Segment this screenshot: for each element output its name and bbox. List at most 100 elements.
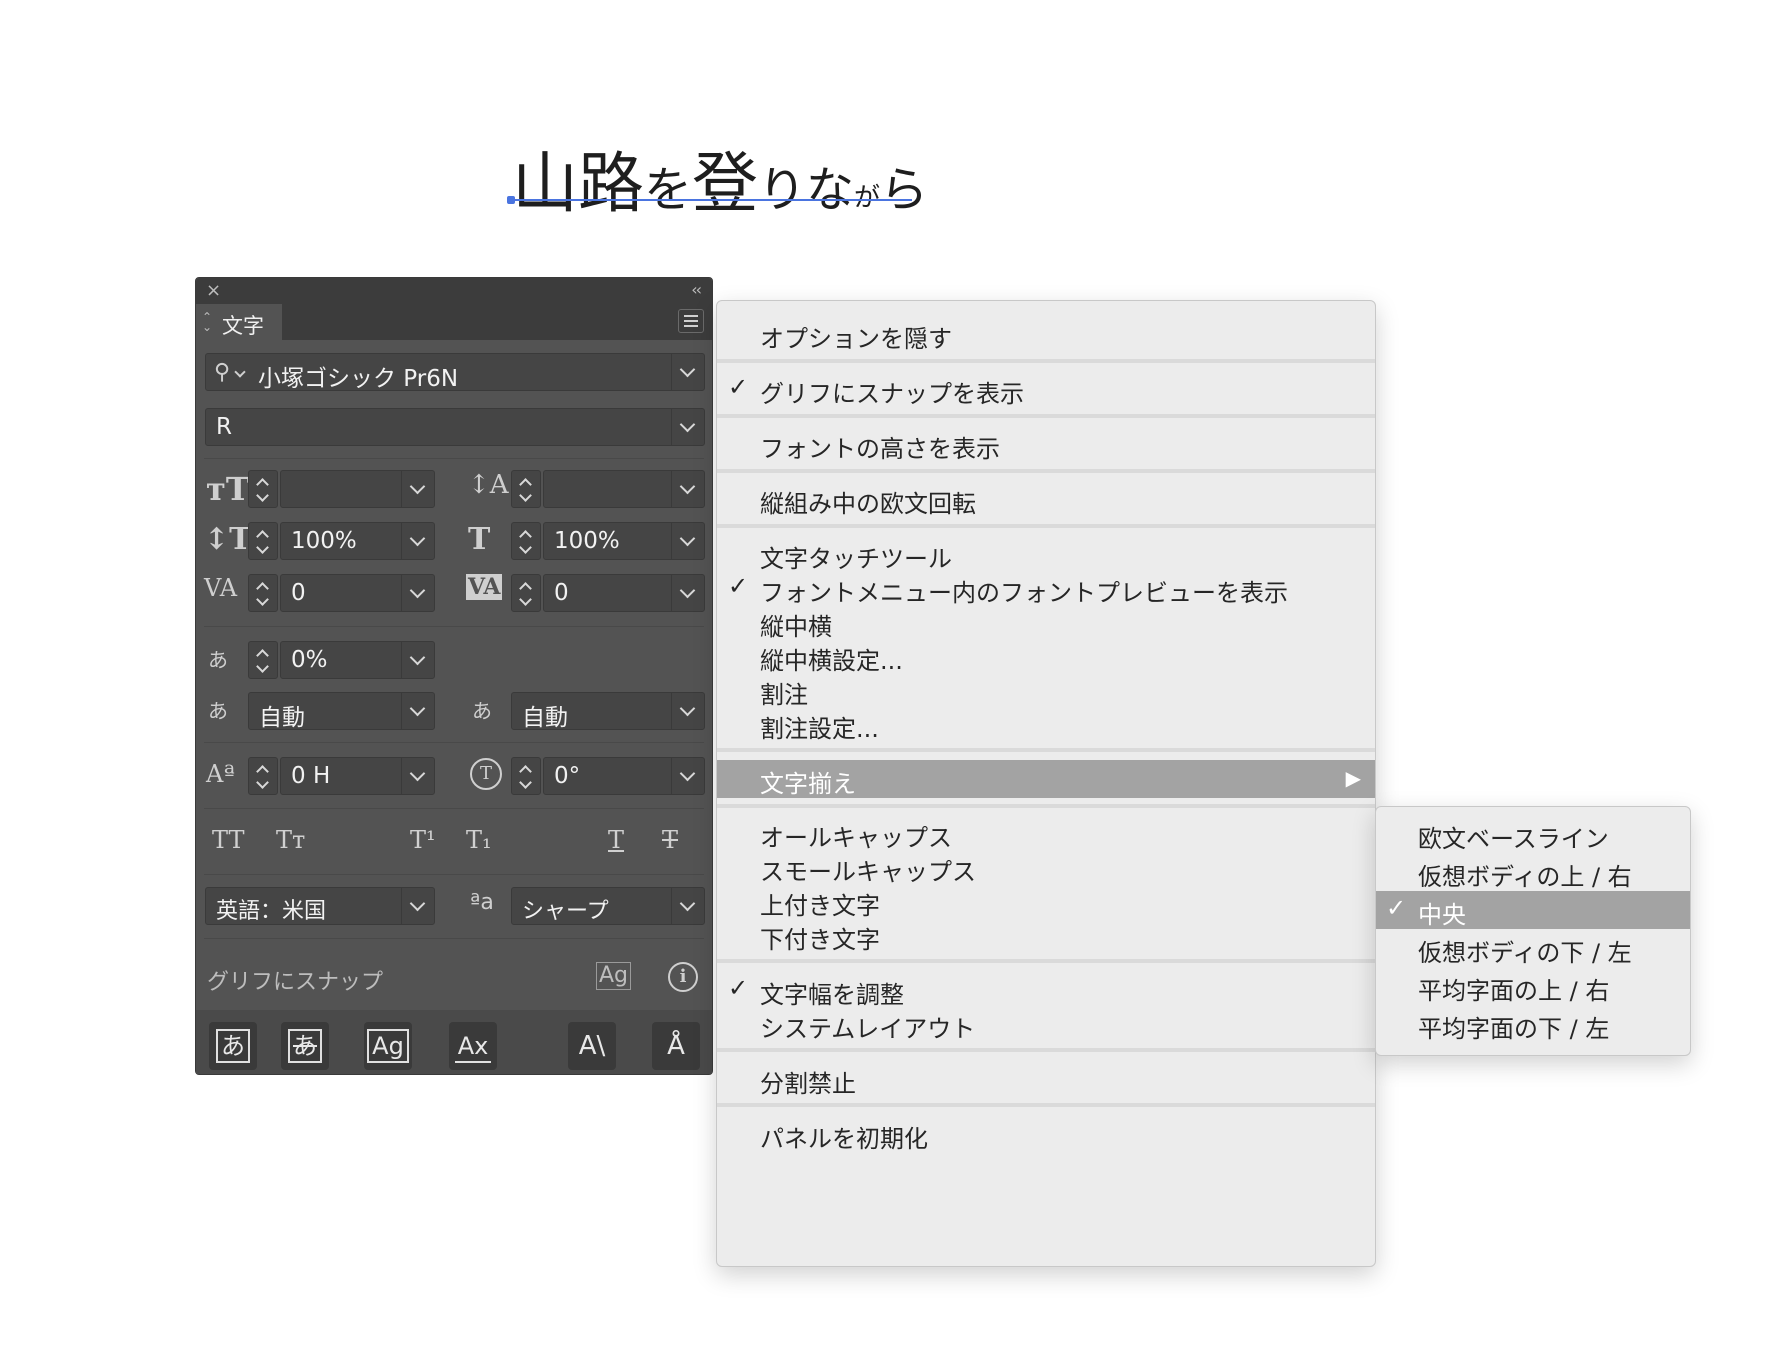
- snap-proximity-button[interactable]: Å: [652, 1022, 700, 1070]
- menu-item-show-snap-to-glyph[interactable]: ✓ グリフにスナップを表示: [717, 370, 1375, 408]
- tsume-dropdown[interactable]: [401, 642, 434, 678]
- aki-before-dropdown[interactable]: [401, 693, 434, 729]
- tracking-stepper[interactable]: [511, 574, 541, 612]
- sample-char: が: [854, 183, 881, 213]
- menu-item-character-alignment[interactable]: 文字揃え ▶: [717, 760, 1375, 798]
- subscript-icon[interactable]: T₁: [466, 826, 492, 854]
- sample-text[interactable]: 山路を登りながら: [512, 130, 928, 222]
- sample-char: を: [644, 162, 693, 218]
- chevron-down-icon: [234, 366, 246, 378]
- aki-after-select[interactable]: 自動: [511, 692, 705, 731]
- font-size-dropdown[interactable]: [401, 471, 434, 507]
- snap-glyph-bounds-button[interactable]: A\: [568, 1022, 616, 1070]
- kerning-stepper[interactable]: [248, 574, 278, 612]
- menu-item-label: 文字揃え: [760, 770, 856, 798]
- aki-before-select[interactable]: 自動: [248, 692, 435, 731]
- rotation-stepper[interactable]: [511, 757, 541, 795]
- snap-baseline-button[interactable]: Ag: [364, 1022, 412, 1070]
- menu-item-all-caps[interactable]: オールキャップス: [717, 814, 1375, 852]
- menu-item-system-layout[interactable]: システムレイアウト: [717, 1005, 1375, 1043]
- rotation-field[interactable]: 0°: [543, 757, 705, 795]
- vertical-scale-stepper[interactable]: [248, 522, 278, 560]
- menu-item-touch-type-tool[interactable]: 文字タッチツール: [717, 535, 1375, 573]
- kerning-dropdown[interactable]: [401, 575, 434, 611]
- tsume-stepper[interactable]: [248, 641, 278, 679]
- baseline-shift-dropdown[interactable]: [401, 758, 434, 794]
- menu-item-no-break[interactable]: 分割禁止: [717, 1060, 1375, 1098]
- tracking-field[interactable]: 0: [543, 574, 705, 612]
- kerning-value: 0: [291, 580, 306, 606]
- snap-glyph-icon[interactable]: Ag: [596, 962, 632, 990]
- menu-item-warichu[interactable]: 割注: [717, 671, 1375, 709]
- antialias-dropdown[interactable]: [671, 888, 704, 924]
- check-icon: ✓: [728, 974, 749, 1002]
- tab-character[interactable]: ⌃ ⌄ 文字: [196, 304, 282, 340]
- menu-item-roman-rotation[interactable]: 縦組み中の欧文回転: [717, 480, 1375, 518]
- sample-char: な: [806, 162, 855, 218]
- horizontal-scale-dropdown[interactable]: [671, 523, 704, 559]
- character-panel: × ‹‹ ⌃ ⌄ 文字 ⚲ 小塚ゴシック Pr6N R тT ↕A ↕T 100…: [195, 277, 713, 1075]
- rotation-dropdown[interactable]: [671, 758, 704, 794]
- snap-x-height-button[interactable]: Ax: [449, 1022, 497, 1070]
- baseline-shift-stepper[interactable]: [248, 757, 278, 795]
- font-style-select[interactable]: R: [205, 408, 705, 446]
- panel-menu-icon[interactable]: [678, 309, 704, 333]
- close-icon[interactable]: ×: [206, 280, 221, 301]
- tsume-field[interactable]: 0%: [280, 641, 435, 679]
- menu-item-tate-chu-yoko-settings[interactable]: 縦中横設定...: [717, 637, 1375, 675]
- strikethrough-icon[interactable]: T: [662, 826, 678, 854]
- menu-item-show-font-height[interactable]: フォントの高さを表示: [717, 425, 1375, 463]
- menu-item-font-preview[interactable]: ✓ フォントメニュー内のフォントプレビューを表示: [717, 569, 1375, 607]
- submenu-item-em-box-top-right[interactable]: 仮想ボディの上 / 右: [1376, 853, 1690, 891]
- horizontal-scale-field[interactable]: 100%: [543, 522, 705, 560]
- superscript-icon[interactable]: T¹: [410, 826, 436, 854]
- tracking-dropdown[interactable]: [671, 575, 704, 611]
- menu-item-superscript[interactable]: 上付き文字: [717, 882, 1375, 920]
- snap-icf-box-button[interactable]: あ: [281, 1022, 329, 1070]
- collapse-icon[interactable]: ‹‹: [691, 280, 702, 299]
- language-select[interactable]: 英語：米国: [205, 887, 435, 925]
- all-caps-icon[interactable]: TT: [212, 826, 244, 854]
- leading-dropdown[interactable]: [671, 471, 704, 507]
- text-cursor-handle[interactable]: [507, 196, 515, 204]
- menu-item-label: グリフにスナップを表示: [760, 380, 1024, 408]
- panel-titlebar[interactable]: × ‹‹: [196, 278, 712, 304]
- tracking-icon: VA: [466, 574, 503, 600]
- font-size-field[interactable]: [280, 470, 435, 508]
- small-caps-icon[interactable]: Tт: [276, 826, 305, 854]
- language-dropdown[interactable]: [401, 888, 434, 924]
- antialias-value: シャープ: [522, 899, 609, 924]
- menu-item-small-caps[interactable]: スモールキャップス: [717, 848, 1375, 886]
- submenu-item-icf-bottom-left[interactable]: 平均字面の下 / 左: [1376, 1005, 1690, 1043]
- aki-after-dropdown[interactable]: [671, 693, 704, 729]
- kerning-field[interactable]: 0: [280, 574, 435, 612]
- info-icon[interactable]: i: [668, 962, 698, 992]
- vertical-scale-field[interactable]: 100%: [280, 522, 435, 560]
- check-icon: ✓: [1386, 894, 1407, 922]
- submenu-item-icf-top-right[interactable]: 平均字面の上 / 右: [1376, 967, 1690, 1005]
- font-size-stepper[interactable]: [248, 470, 278, 508]
- font-family-select[interactable]: ⚲ 小塚ゴシック Pr6N: [205, 353, 705, 392]
- font-style-dropdown[interactable]: [671, 409, 704, 445]
- menu-separator: [717, 804, 1375, 808]
- submenu-item-em-box-bottom-left[interactable]: 仮想ボディの下 / 左: [1376, 929, 1690, 967]
- aki-after-icon: あ: [472, 699, 492, 723]
- vertical-scale-dropdown[interactable]: [401, 523, 434, 559]
- submenu-item-center[interactable]: ✓ 中央: [1376, 891, 1690, 929]
- menu-item-warichu-settings[interactable]: 割注設定...: [717, 705, 1375, 743]
- antialias-select[interactable]: シャープ: [511, 887, 705, 925]
- menu-item-tate-chu-yoko[interactable]: 縦中横: [717, 603, 1375, 641]
- font-family-dropdown[interactable]: [671, 354, 704, 390]
- menu-item-subscript[interactable]: 下付き文字: [717, 916, 1375, 954]
- submenu-item-roman-baseline[interactable]: 欧文ベースライン: [1376, 815, 1690, 853]
- baseline-shift-field[interactable]: 0 H: [280, 757, 435, 795]
- horizontal-scale-stepper[interactable]: [511, 522, 541, 560]
- menu-item-adjust-character-width[interactable]: ✓ 文字幅を調整: [717, 971, 1375, 1009]
- menu-item-hide-options[interactable]: オプションを隠す: [717, 315, 1375, 353]
- leading-field[interactable]: [543, 470, 705, 508]
- leading-stepper[interactable]: [511, 470, 541, 508]
- underline-icon[interactable]: T: [608, 826, 624, 854]
- sample-char: 登: [692, 145, 759, 222]
- snap-em-box-button[interactable]: あ: [209, 1022, 257, 1070]
- menu-item-reset-panel[interactable]: パネルを初期化: [717, 1115, 1375, 1153]
